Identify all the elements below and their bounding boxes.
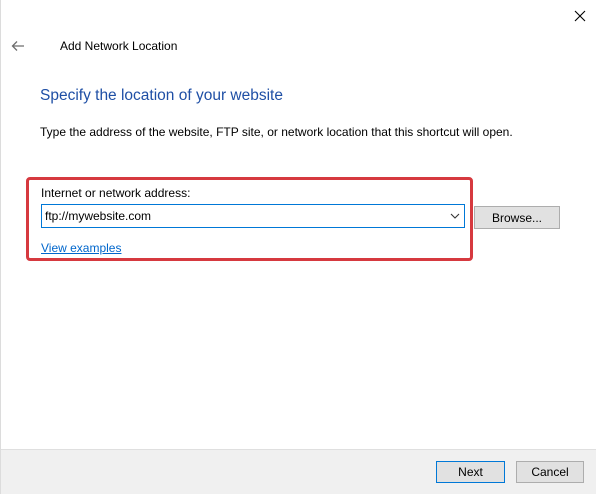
dialog-footer [1, 449, 596, 494]
page-heading: Specify the location of your website [40, 87, 283, 104]
back-arrow-icon [11, 41, 24, 51]
window-title: Add Network Location [60, 39, 178, 53]
close-icon [574, 10, 586, 22]
view-examples-link[interactable]: View examples [41, 241, 121, 255]
chevron-down-icon [450, 213, 460, 219]
next-button[interactable]: Next [436, 461, 505, 483]
close-button[interactable] [563, 0, 596, 32]
address-input[interactable]: ftp://mywebsite.com [42, 209, 446, 223]
add-network-location-dialog: Add Network Location Specify the locatio… [0, 0, 596, 494]
address-label: Internet or network address: [41, 186, 191, 200]
back-button[interactable] [7, 36, 29, 56]
browse-button[interactable]: Browse... [474, 206, 560, 229]
cancel-button[interactable]: Cancel [516, 461, 584, 483]
address-combobox[interactable]: ftp://mywebsite.com [41, 204, 465, 228]
address-dropdown-button[interactable] [446, 205, 464, 227]
instruction-text: Type the address of the website, FTP sit… [40, 125, 513, 139]
